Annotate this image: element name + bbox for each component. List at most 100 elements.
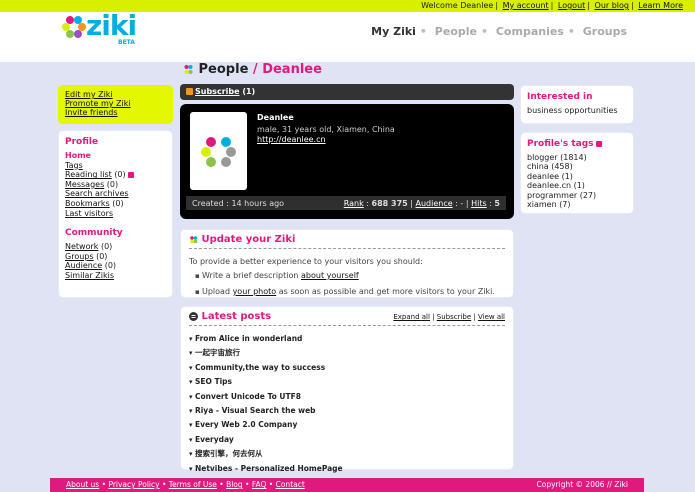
blog-link[interactable]: Blog: [226, 480, 243, 489]
post-item[interactable]: Community,the way to success: [189, 361, 505, 375]
faq-link[interactable]: FAQ: [252, 480, 267, 489]
messages-count: (0): [106, 179, 119, 189]
nav-bookmarks[interactable]: Bookmarks: [65, 199, 110, 208]
post-list: From Alice in wonderland 一起宇宙旅行 Communit…: [189, 332, 505, 476]
ziki-logo[interactable]: ziki BETA: [62, 9, 142, 52]
subscribe-count: (1): [242, 87, 256, 96]
rss-badge-icon[interactable]: [127, 171, 134, 178]
post-item[interactable]: From Alice in wonderland: [189, 332, 505, 346]
posts-title: Latest posts: [201, 311, 272, 322]
posts-subscribe-link[interactable]: Subscribe: [437, 313, 471, 321]
nav-network[interactable]: Network: [65, 242, 98, 251]
subscribe-link[interactable]: Subscribe: [195, 87, 240, 96]
profile-name: Deanlee: [257, 113, 294, 122]
avatar[interactable]: [190, 112, 247, 190]
post-item[interactable]: Every Web 2.0 Company: [189, 418, 505, 432]
item-text: as soon as possible and get more visitor…: [278, 287, 495, 296]
tag-item[interactable]: xiamen (7): [527, 200, 627, 209]
flower-logo-icon: [62, 16, 86, 38]
nav-tags[interactable]: Tags: [65, 161, 83, 170]
logo-text: ziki: [86, 9, 137, 42]
edit-my-ziki-link[interactable]: Edit my Ziki: [65, 90, 113, 99]
post-item[interactable]: 搜索引擎，何去何从: [189, 447, 505, 461]
tags-title: Profile's tags: [527, 139, 594, 149]
tag-item[interactable]: china (458): [527, 162, 627, 171]
posts-icon: [189, 311, 198, 321]
community-nav: Network (0) Groups (0) Audience (0) Simi…: [65, 242, 166, 280]
nav-last-visitors[interactable]: Last visitors: [65, 209, 113, 218]
update-item: Write a brief description about yourself: [195, 268, 505, 284]
post-item[interactable]: Everyday: [189, 433, 505, 447]
profile-heading: Profile: [65, 137, 99, 147]
tag-item[interactable]: programmer (27): [527, 191, 627, 200]
nav-home[interactable]: Home: [65, 151, 91, 160]
view-all-link[interactable]: View all: [478, 313, 505, 321]
post-item[interactable]: Riya - Visual Search the web: [189, 404, 505, 418]
rank-link[interactable]: Rank: [344, 199, 364, 208]
interest-heading: Interested in: [527, 92, 593, 102]
nav-groups[interactable]: Groups: [583, 25, 627, 38]
profile-url-link[interactable]: http://deanlee.cn: [257, 135, 326, 144]
item-text: Upload: [201, 287, 231, 296]
page-title: People / Deanlee: [183, 62, 322, 77]
profile-stats-bar: Created : 14 hours ago Rank : 688 375 | …: [186, 196, 506, 210]
nav-companies[interactable]: Companies: [496, 25, 564, 38]
our-blog-link[interactable]: Our blog: [595, 1, 629, 10]
tag-item[interactable]: blogger (1814): [527, 153, 627, 162]
tag-item[interactable]: deanlee (1): [527, 172, 627, 181]
profile-card: Deanlee male, 31 years old, Xiamen, Chin…: [180, 104, 514, 219]
rss-badge-icon[interactable]: [595, 140, 602, 147]
about-us-link[interactable]: About us: [66, 480, 99, 489]
learn-more-link[interactable]: Learn More: [638, 1, 683, 10]
tag-list: blogger (1814) china (458) deanlee (1) d…: [527, 153, 627, 209]
privacy-policy-link[interactable]: Privacy Policy: [108, 480, 159, 489]
post-item[interactable]: 一起宇宙旅行: [189, 346, 505, 360]
contact-link[interactable]: Contact: [276, 480, 305, 489]
tag-item[interactable]: deanlee.cn (1): [527, 181, 627, 190]
header: ziki BETA My Ziki • People • Companies • Gr…: [0, 9, 695, 62]
nav-groups-community[interactable]: Groups: [65, 252, 94, 261]
bookmarks-count: (0): [112, 198, 124, 208]
expand-all-link[interactable]: Expand all: [393, 313, 430, 321]
post-item[interactable]: SEO Tips: [189, 375, 505, 389]
promote-my-ziki-link[interactable]: Promote my Ziki: [65, 99, 131, 108]
invite-friends-link[interactable]: Invite friends: [65, 108, 118, 117]
welcome-text: Welcome Deanlee: [421, 1, 494, 10]
logout-link[interactable]: Logout: [558, 1, 585, 10]
subscribe-bar: Subscribe (1): [180, 84, 514, 100]
nav-search-archives[interactable]: Search archives: [65, 189, 129, 198]
terms-of-use-link[interactable]: Terms of Use: [169, 480, 217, 489]
profile-nav: Home Tags Reading list (0) Messages (0) …: [65, 151, 166, 218]
hits-link[interactable]: Hits: [471, 199, 487, 208]
update-box: Update your Ziki To provide a better exp…: [180, 229, 514, 298]
audience-count: (0): [104, 261, 117, 271]
update-intro: To provide a better experience to your v…: [189, 257, 423, 266]
nav-people[interactable]: People: [435, 25, 477, 38]
footer: About us • Privacy Policy • Terms of Use…: [50, 478, 644, 492]
nav-messages[interactable]: Messages: [65, 180, 104, 189]
left-nav-panel: Profile Home Tags Reading list (0) Messa…: [58, 130, 173, 298]
update-list: Write a brief description about yourself…: [195, 268, 505, 300]
audience-link[interactable]: Audience: [415, 199, 452, 208]
post-item[interactable]: Netvibes - Personalized HomePage: [189, 462, 505, 476]
title-name: Deanlee: [262, 62, 322, 77]
nav-reading-list[interactable]: Reading list: [65, 170, 112, 179]
posts-heading: Latest posts Expand all | Subscribe | Vi…: [189, 311, 505, 326]
posts-actions: Expand all | Subscribe | View all: [393, 313, 505, 321]
nav-my-ziki[interactable]: My Ziki: [371, 25, 416, 38]
rank-value: 688 375: [371, 199, 408, 208]
interest-box: Interested in business opportunities: [520, 85, 634, 124]
about-yourself-link[interactable]: about yourself: [301, 271, 359, 280]
nav-similar-zikis[interactable]: Similar Zikis: [65, 271, 114, 280]
flower-icon: [190, 235, 198, 243]
beta-label: BETA: [118, 39, 135, 46]
post-item[interactable]: Convert Unicode To UTF8: [189, 390, 505, 404]
my-account-link[interactable]: My account: [503, 1, 549, 10]
community-heading: Community: [65, 228, 123, 239]
nav-audience[interactable]: Audience: [65, 261, 102, 270]
latest-posts-box: Latest posts Expand all | Subscribe | Vi…: [180, 306, 514, 473]
profile-description: male, 31 years old, Xiamen, China: [257, 125, 395, 134]
your-photo-link[interactable]: your photo: [233, 287, 277, 296]
item-text: Write a brief description: [201, 271, 299, 280]
created-text: Created : 14 hours ago: [192, 199, 285, 208]
